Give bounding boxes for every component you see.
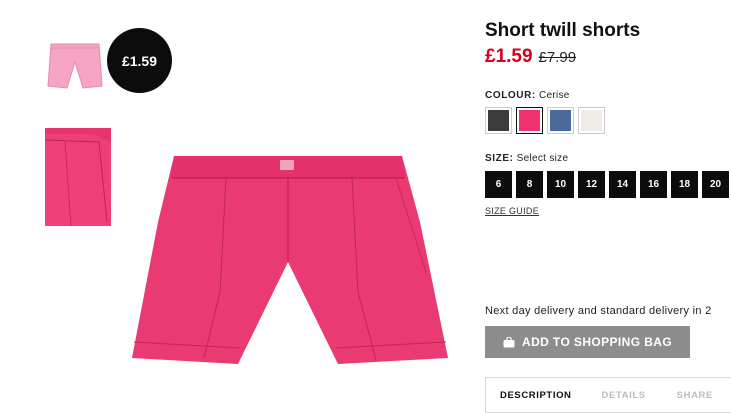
size-options: 6 8 10 12 14 16 18 20: [485, 171, 729, 198]
swatch-black[interactable]: [485, 107, 512, 134]
size-option-10[interactable]: 10: [547, 171, 574, 198]
price-row: £1.59 £7.99: [485, 46, 576, 68]
size-heading: SIZE:: [485, 153, 514, 164]
swatch-denim-blue[interactable]: [547, 107, 574, 134]
shopping-bag-icon: [503, 335, 515, 348]
size-label: SIZE: Select size: [485, 153, 568, 164]
tab-description[interactable]: DESCRIPTION: [500, 390, 572, 401]
colour-label: COLOUR: Cerise: [485, 90, 570, 101]
thumbnail-detail[interactable]: [45, 128, 111, 226]
size-option-6[interactable]: 6: [485, 171, 512, 198]
swatch-off-white[interactable]: [578, 107, 605, 134]
product-title: Short twill shorts: [485, 20, 641, 41]
size-option-16[interactable]: 16: [640, 171, 667, 198]
tab-details[interactable]: DETAILS: [602, 390, 646, 401]
original-price: £7.99: [538, 49, 577, 66]
size-option-18[interactable]: 18: [671, 171, 698, 198]
swatch-cerise[interactable]: [516, 107, 543, 134]
tab-share[interactable]: SHARE: [677, 390, 713, 401]
size-option-14[interactable]: 14: [609, 171, 636, 198]
current-price: £1.59: [485, 46, 533, 67]
thumbnail-front[interactable]: [45, 40, 105, 90]
pink-shorts-thumbnail-image: [47, 43, 103, 89]
delivery-info: Next day delivery and standard delivery …: [485, 305, 712, 317]
size-option-8[interactable]: 8: [516, 171, 543, 198]
colour-swatches: [485, 107, 605, 134]
pink-shorts-image: [132, 156, 448, 364]
price-badge: £1.59: [107, 28, 172, 93]
shorts-detail-thumbnail-image: [45, 128, 111, 226]
colour-heading: COLOUR:: [485, 90, 536, 101]
add-to-bag-button[interactable]: ADD TO SHOPPING BAG: [485, 326, 690, 358]
main-product-image: [130, 152, 452, 372]
product-info-tabs: DESCRIPTION DETAILS SHARE: [485, 377, 731, 413]
size-option-12[interactable]: 12: [578, 171, 605, 198]
size-option-20[interactable]: 20: [702, 171, 729, 198]
selected-colour: Cerise: [538, 90, 570, 101]
size-prompt: Select size: [516, 153, 569, 164]
size-guide-link[interactable]: SIZE GUIDE: [485, 206, 539, 216]
add-to-bag-label: ADD TO SHOPPING BAG: [522, 335, 673, 349]
